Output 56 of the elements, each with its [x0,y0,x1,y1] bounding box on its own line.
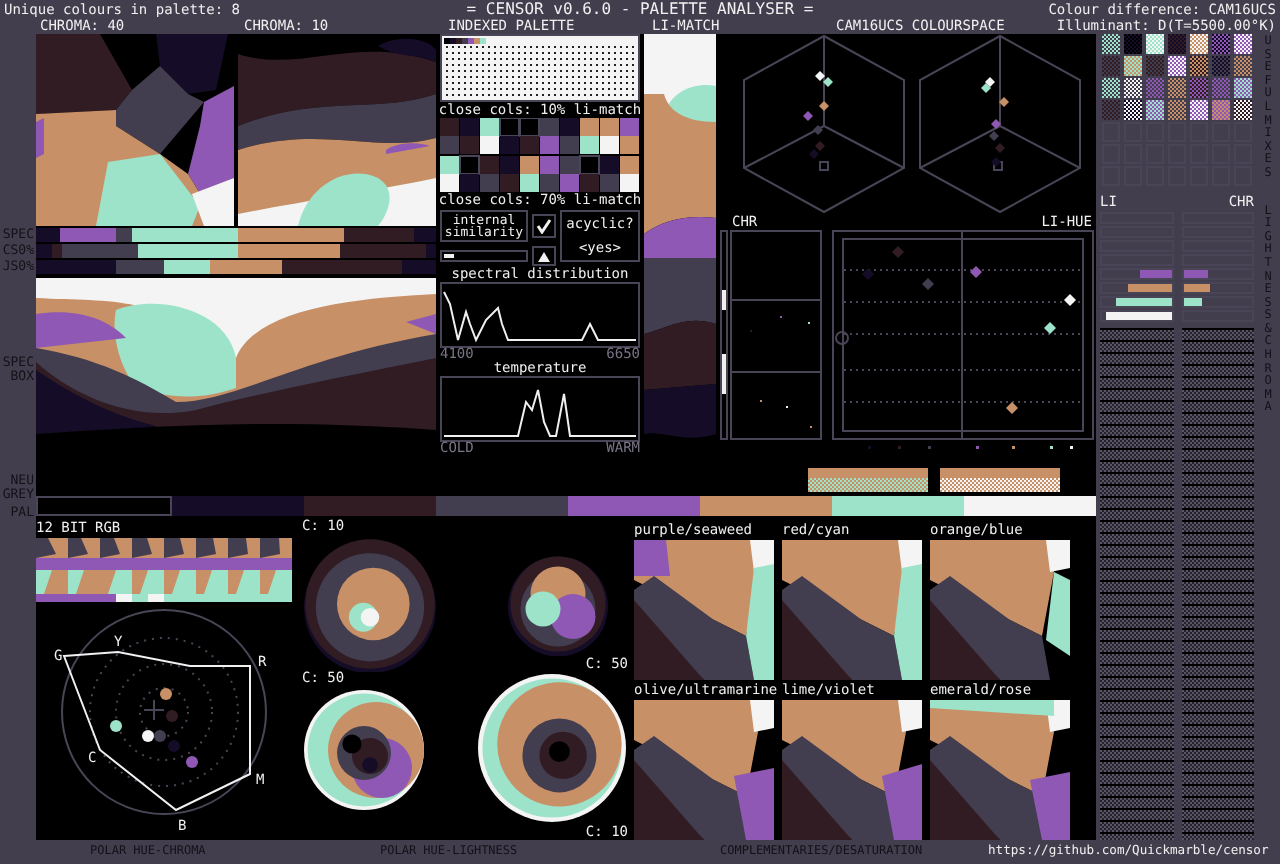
complementary-tile-drawing [930,540,1070,680]
complementary-tile-drawing [634,700,774,840]
polar-lightness-drawing [302,688,426,812]
mix-swatch [1234,34,1252,54]
mix-swatch [1124,78,1142,98]
colour-strip [808,468,928,492]
mix-swatch [1190,78,1208,98]
checkbox[interactable] [532,214,556,238]
mix-swatch [1168,34,1186,54]
app-title: = CENSOR v0.6.0 - PALETTE ANALYSER = [466,2,814,18]
mix-swatch [1146,56,1164,76]
complementary-tile-drawing [930,700,1070,840]
colour-point [160,688,172,700]
mix-swatch [1102,100,1120,120]
complementary-tile-drawing [634,540,774,680]
mix-swatch [1212,78,1230,98]
colour-strip [940,468,1060,492]
mix-swatch [1234,56,1252,76]
complementary-tile-drawing [782,700,922,840]
mix-swatch [1124,100,1142,120]
mix-swatch [1168,100,1186,120]
mix-swatch [1124,34,1142,54]
colour-point [186,756,198,768]
mix-swatch [1168,78,1186,98]
triangle-button[interactable] [532,246,556,266]
mix-swatch [1234,100,1252,120]
lightness-bar [1128,284,1171,292]
triangle-icon [538,251,550,261]
colour-point [166,710,178,722]
complementary-tile-drawing [782,540,922,680]
similarity-slider[interactable] [440,250,528,262]
mix-swatch [1102,34,1120,54]
mix-swatch [1168,56,1186,76]
colour-point [110,720,122,732]
mix-swatch [1212,56,1230,76]
check-icon [536,218,552,234]
chroma-bar [1183,298,1203,306]
mix-swatch [1146,100,1164,120]
mix-swatch [1124,56,1142,76]
lightness-bar [1140,270,1171,278]
polar-lightness-drawing [505,552,609,656]
mix-swatch [1102,78,1120,98]
chroma-bar [1183,270,1208,278]
chroma-bar [1183,284,1210,292]
mix-swatch [1212,34,1230,54]
polar-lightness-drawing [302,536,438,672]
mix-swatch [1146,34,1164,54]
mix-swatch [1234,78,1252,98]
mix-swatch [1190,34,1208,54]
lightness-bar [1116,298,1171,306]
mix-swatch [1212,100,1230,120]
lightness-bar [1105,312,1171,320]
mix-swatch [1146,78,1164,98]
mix-swatch [1102,56,1120,76]
mix-swatch [1190,56,1208,76]
mix-swatch [1190,100,1208,120]
